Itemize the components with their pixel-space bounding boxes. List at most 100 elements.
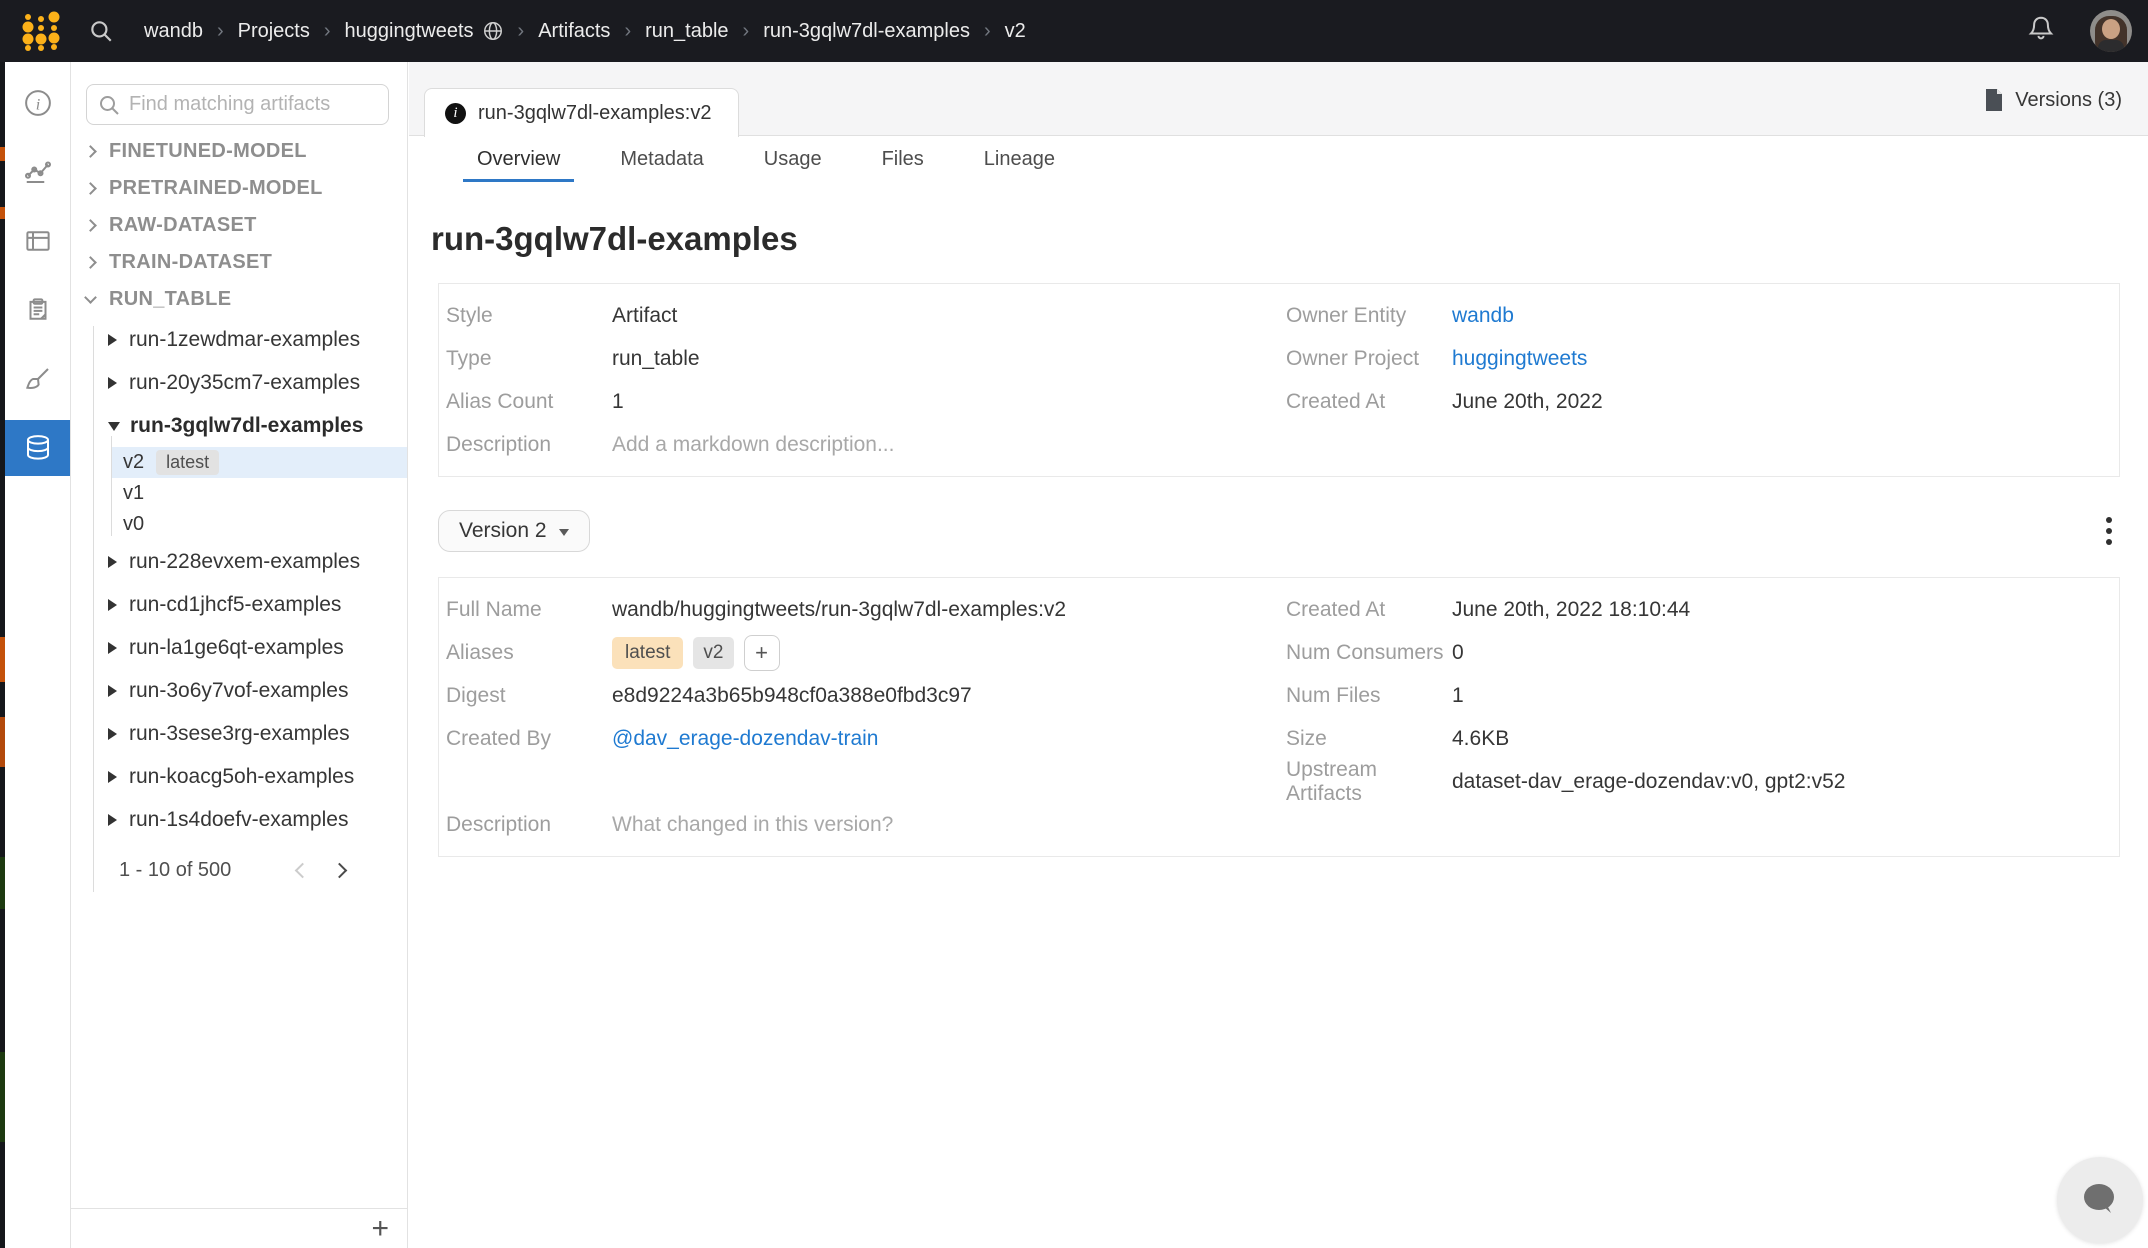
description-placeholder[interactable]: Add a markdown description... bbox=[612, 433, 894, 457]
tab-metadata[interactable]: Metadata bbox=[618, 136, 705, 182]
category-label: FINETUNED-MODEL bbox=[109, 140, 307, 163]
breadcrumb-artifact-type[interactable]: run_table bbox=[645, 20, 728, 43]
field-label: Full Name bbox=[446, 598, 612, 622]
rail-sweeps-button[interactable] bbox=[5, 351, 70, 407]
pagination-next-icon[interactable] bbox=[332, 863, 348, 879]
field-value: 1 bbox=[1452, 684, 1464, 708]
add-alias-button[interactable]: + bbox=[744, 635, 780, 671]
sidebar-category-finetuned-model[interactable]: FINETUNED-MODEL bbox=[71, 133, 407, 170]
versions-button[interactable]: Versions (3) bbox=[1983, 82, 2122, 118]
field-label: Digest bbox=[446, 684, 612, 708]
tab-files[interactable]: Files bbox=[880, 136, 926, 182]
tree-item-run-228evxem[interactable]: run-228evxem-examples bbox=[71, 540, 407, 583]
field-alias-count: Alias Count 1 bbox=[439, 380, 1279, 423]
alias-badge-latest[interactable]: latest bbox=[612, 637, 683, 669]
tab-lineage[interactable]: Lineage bbox=[982, 136, 1057, 182]
rail-charts-button[interactable] bbox=[5, 144, 70, 200]
sidebar-category-pretrained-model[interactable]: PRETRAINED-MODEL bbox=[71, 170, 407, 207]
artifact-version-tab[interactable]: i run-3gqlw7dl-examples:v2 bbox=[424, 88, 739, 137]
pagination-range-label: 1 - 10 of 500 bbox=[119, 859, 231, 882]
tree-item-run-3o6y7vof[interactable]: run-3o6y7vof-examples bbox=[71, 669, 407, 712]
wandb-logo-icon[interactable] bbox=[18, 9, 64, 53]
add-artifact-button[interactable]: + bbox=[371, 1214, 389, 1244]
triangle-right-icon bbox=[108, 685, 117, 697]
run-label: run-228evxem-examples bbox=[129, 550, 360, 574]
sidebar-footer: + bbox=[71, 1208, 407, 1248]
tree-item-run-3sese3rg[interactable]: run-3sese3rg-examples bbox=[71, 712, 407, 755]
field-label: Description bbox=[446, 433, 612, 457]
rail-info-button[interactable]: i bbox=[5, 75, 70, 131]
overflow-menu-button[interactable] bbox=[2098, 511, 2120, 552]
tree-item-run-cd1jhcf5[interactable]: run-cd1jhcf5-examples bbox=[71, 583, 407, 626]
sidebar-pagination: 1 - 10 of 500 bbox=[71, 859, 407, 882]
search-input[interactable] bbox=[129, 93, 378, 116]
version-label: v1 bbox=[123, 482, 144, 505]
breadcrumb-version[interactable]: v2 bbox=[1005, 20, 1026, 43]
caret-down-icon bbox=[559, 529, 569, 536]
run-label: run-1zewdmar-examples bbox=[129, 328, 360, 352]
tree-item-run-la1ge6qt[interactable]: run-la1ge6qt-examples bbox=[71, 626, 407, 669]
tree-item-version-v0[interactable]: v0 bbox=[111, 509, 407, 540]
artifact-overview-panel: Style Artifact Type run_table Alias Coun… bbox=[438, 283, 2120, 477]
breadcrumb-projects[interactable]: Projects bbox=[238, 20, 310, 43]
pagination-prev-icon[interactable] bbox=[295, 863, 311, 879]
top-navbar: wandb › Projects › huggingtweets › Artif… bbox=[0, 0, 2148, 62]
tab-usage[interactable]: Usage bbox=[762, 136, 824, 182]
artifact-search[interactable] bbox=[86, 84, 389, 125]
tree-item-run-koacg5oh[interactable]: run-koacg5oh-examples bbox=[71, 755, 407, 798]
field-owner-project: Owner Project huggingtweets bbox=[1279, 337, 2119, 380]
chat-bubble-icon bbox=[2078, 1179, 2122, 1221]
spacer-row bbox=[439, 760, 1279, 803]
table-icon bbox=[23, 226, 53, 256]
sidebar-category-run-table[interactable]: RUN_TABLE bbox=[71, 281, 407, 318]
page-title: run-3gqlw7dl-examples bbox=[431, 220, 2148, 258]
tree-item-run-3gqlw7dl[interactable]: run-3gqlw7dl-examples bbox=[71, 404, 407, 447]
tree-indent-guide bbox=[93, 326, 94, 892]
version-dropdown-button[interactable]: Version 2 bbox=[438, 510, 590, 552]
sidebar-category-train-dataset[interactable]: TRAIN-DATASET bbox=[71, 244, 407, 281]
tree-item-run-20y35cm7[interactable]: run-20y35cm7-examples bbox=[71, 361, 407, 404]
breadcrumb-separator: › bbox=[217, 20, 224, 43]
triangle-right-icon bbox=[108, 642, 117, 654]
field-value: wandb/huggingtweets/run-3gqlw7dl-example… bbox=[612, 598, 1066, 622]
line-chart-icon bbox=[23, 157, 53, 187]
svg-text:i: i bbox=[35, 95, 40, 113]
category-label: TRAIN-DATASET bbox=[109, 251, 272, 274]
created-by-link[interactable]: @dav_erage-dozendav-train bbox=[612, 727, 878, 751]
field-label: Owner Project bbox=[1286, 347, 1452, 371]
main-content: i run-3gqlw7dl-examples:v2 Versions (3) … bbox=[409, 62, 2148, 1248]
version-description-placeholder[interactable]: What changed in this version? bbox=[612, 813, 893, 837]
field-label: Created At bbox=[1286, 390, 1452, 414]
document-icon bbox=[1983, 88, 2005, 112]
run-label: run-3o6y7vof-examples bbox=[129, 679, 348, 703]
owner-entity-link[interactable]: wandb bbox=[1452, 304, 1514, 328]
version-selector-row: Version 2 bbox=[438, 510, 2120, 552]
tree-item-version-v2[interactable]: v2 latest bbox=[111, 447, 407, 478]
breadcrumb-entity[interactable]: wandb bbox=[144, 20, 203, 43]
search-icon[interactable] bbox=[88, 18, 114, 44]
sidebar-category-raw-dataset[interactable]: RAW-DATASET bbox=[71, 207, 407, 244]
notifications-bell-icon[interactable] bbox=[2026, 14, 2056, 49]
field-version-description: Description What changed in this version… bbox=[439, 803, 1279, 846]
breadcrumb-project[interactable]: huggingtweets bbox=[345, 20, 474, 43]
rail-tables-button[interactable] bbox=[5, 213, 70, 269]
breadcrumb-artifact-name[interactable]: run-3gqlw7dl-examples bbox=[763, 20, 970, 43]
tree-item-run-1zewdmar[interactable]: run-1zewdmar-examples bbox=[71, 318, 407, 361]
owner-project-link[interactable]: huggingtweets bbox=[1452, 347, 1587, 371]
field-num-files: Num Files 1 bbox=[1279, 674, 2119, 717]
tree-item-run-1s4doefv[interactable]: run-1s4doefv-examples bbox=[71, 798, 407, 841]
field-value: June 20th, 2022 18:10:44 bbox=[1452, 598, 1690, 622]
rail-artifacts-button[interactable] bbox=[5, 420, 70, 476]
field-type: Type run_table bbox=[439, 337, 1279, 380]
field-num-consumers: Num Consumers 0 bbox=[1279, 631, 2119, 674]
user-avatar[interactable] bbox=[2090, 10, 2132, 52]
category-label: PRETRAINED-MODEL bbox=[109, 177, 323, 200]
rail-reports-button[interactable] bbox=[5, 282, 70, 338]
alias-badge-v2[interactable]: v2 bbox=[693, 637, 733, 669]
field-aliases: Aliases latest v2 + bbox=[439, 631, 1279, 674]
triangle-right-icon bbox=[108, 556, 117, 568]
help-chat-button[interactable] bbox=[2057, 1157, 2143, 1243]
tab-overview[interactable]: Overview bbox=[475, 136, 562, 182]
tree-item-version-v1[interactable]: v1 bbox=[111, 478, 407, 509]
breadcrumb-artifacts[interactable]: Artifacts bbox=[538, 20, 610, 43]
